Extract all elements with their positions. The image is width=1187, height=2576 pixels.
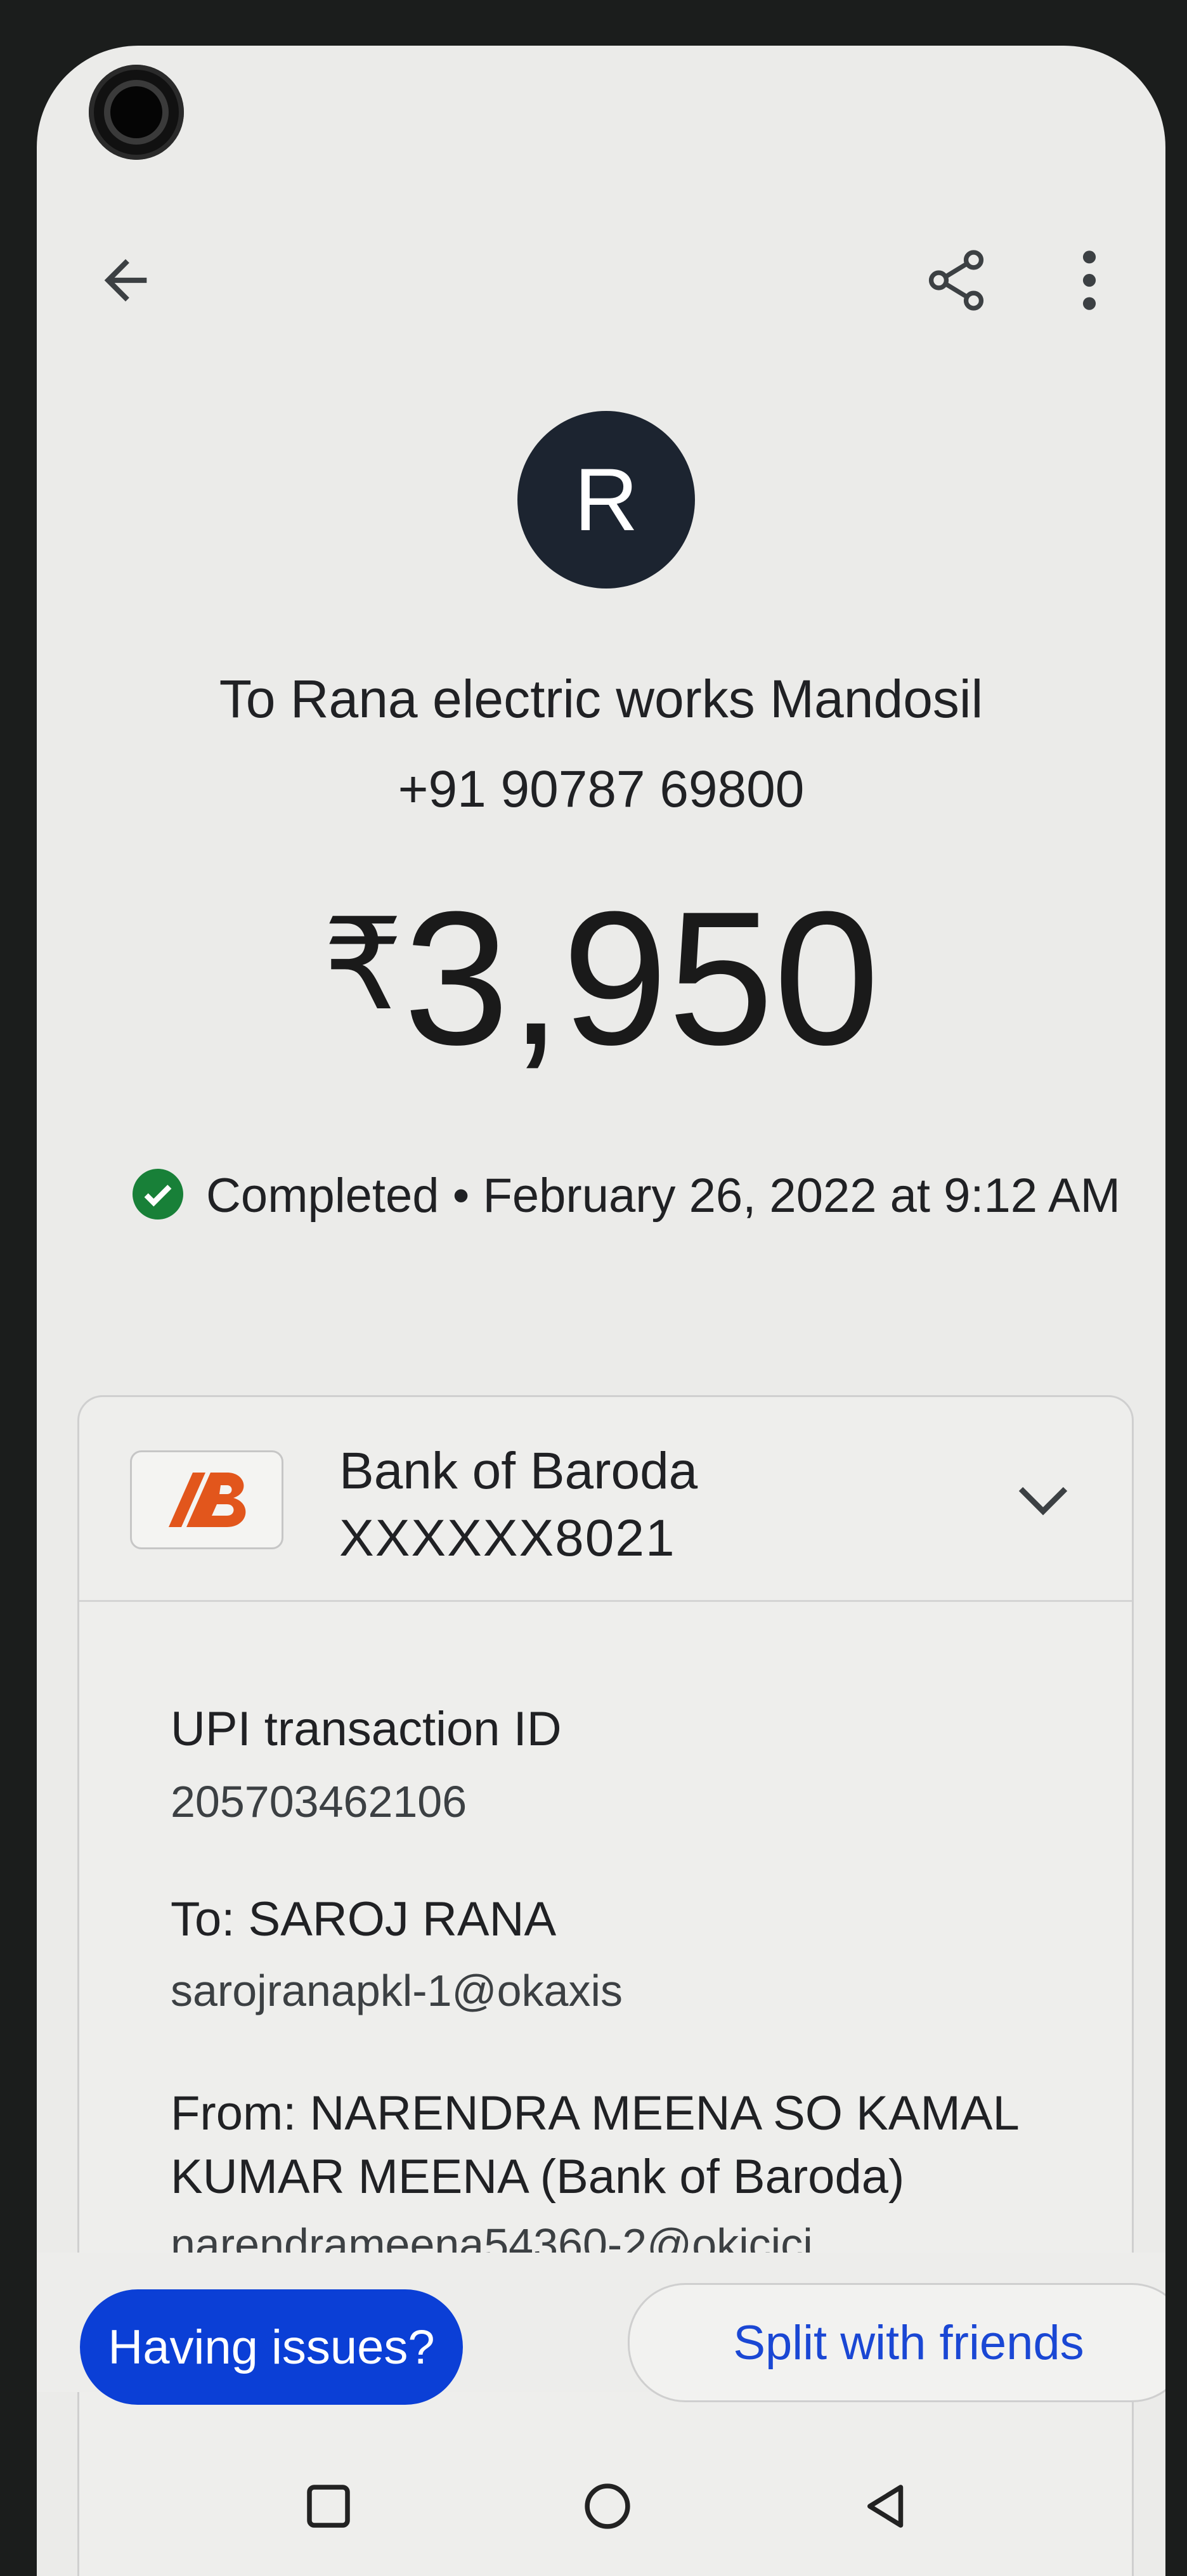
to-upi-id: sarojranapkl-1@okaxis — [171, 1966, 623, 2015]
chevron-down-icon — [1018, 1486, 1068, 1516]
status-text: Completed — [206, 1169, 439, 1223]
share-icon — [928, 250, 984, 311]
expand-button[interactable] — [1005, 1460, 1081, 1537]
back-nav-button[interactable] — [842, 2462, 931, 2551]
recents-button[interactable] — [284, 2462, 373, 2551]
front-camera — [89, 65, 184, 160]
split-with-friends-button[interactable]: Split with friends — [628, 2283, 1165, 2402]
currency-symbol: ₹ — [323, 894, 404, 1036]
avatar: R — [517, 411, 695, 589]
triangle-back-icon — [867, 2485, 904, 2528]
bank-of-baroda-logo — [130, 1450, 283, 1549]
arrow-left-icon — [104, 259, 147, 302]
having-issues-button[interactable]: Having issues? — [80, 2289, 463, 2405]
status-separator: • — [452, 1169, 470, 1223]
check-circle-icon — [133, 1168, 184, 1220]
from-label: From: NARENDRA MEENA SO KAMAL KUMAR MEEN… — [171, 2086, 1018, 2204]
phone-screen: R To Rana electric works Mandosil +91 90… — [37, 46, 1165, 2576]
bank-name: Bank of Baroda — [339, 1442, 698, 1500]
system-navigation-bar — [37, 2462, 1165, 2576]
back-button[interactable] — [81, 236, 170, 325]
recipient-phone: +91 90787 69800 — [398, 760, 805, 818]
more-vert-icon — [1082, 250, 1096, 310]
circle-icon — [585, 2483, 630, 2529]
to-label: To: SAROJ RANA — [171, 1892, 557, 1946]
avatar-letter: R — [574, 450, 639, 549]
payment-amount: ₹3,950 — [37, 883, 1165, 1073]
home-button[interactable] — [563, 2462, 652, 2551]
amount-value: 3,950 — [403, 871, 879, 1084]
payment-status: Completed • February 26, 2022 at 9:12 AM — [113, 1166, 1140, 1226]
txn-id-value: 205703462106 — [171, 1777, 467, 1826]
txn-id-label: UPI transaction ID — [171, 1702, 562, 1756]
status-datetime: February 26, 2022 at 9:12 AM — [483, 1169, 1120, 1223]
more-options-button[interactable] — [1051, 236, 1127, 325]
recipient-name: To Rana electric works Mandosil — [219, 669, 983, 729]
bank-account-row[interactable]: Bank of Baroda XXXXXX8021 — [79, 1397, 1132, 1602]
square-icon — [307, 2485, 350, 2528]
share-button[interactable] — [912, 236, 1001, 325]
bank-account-number: XXXXXX8021 — [339, 1509, 676, 1567]
